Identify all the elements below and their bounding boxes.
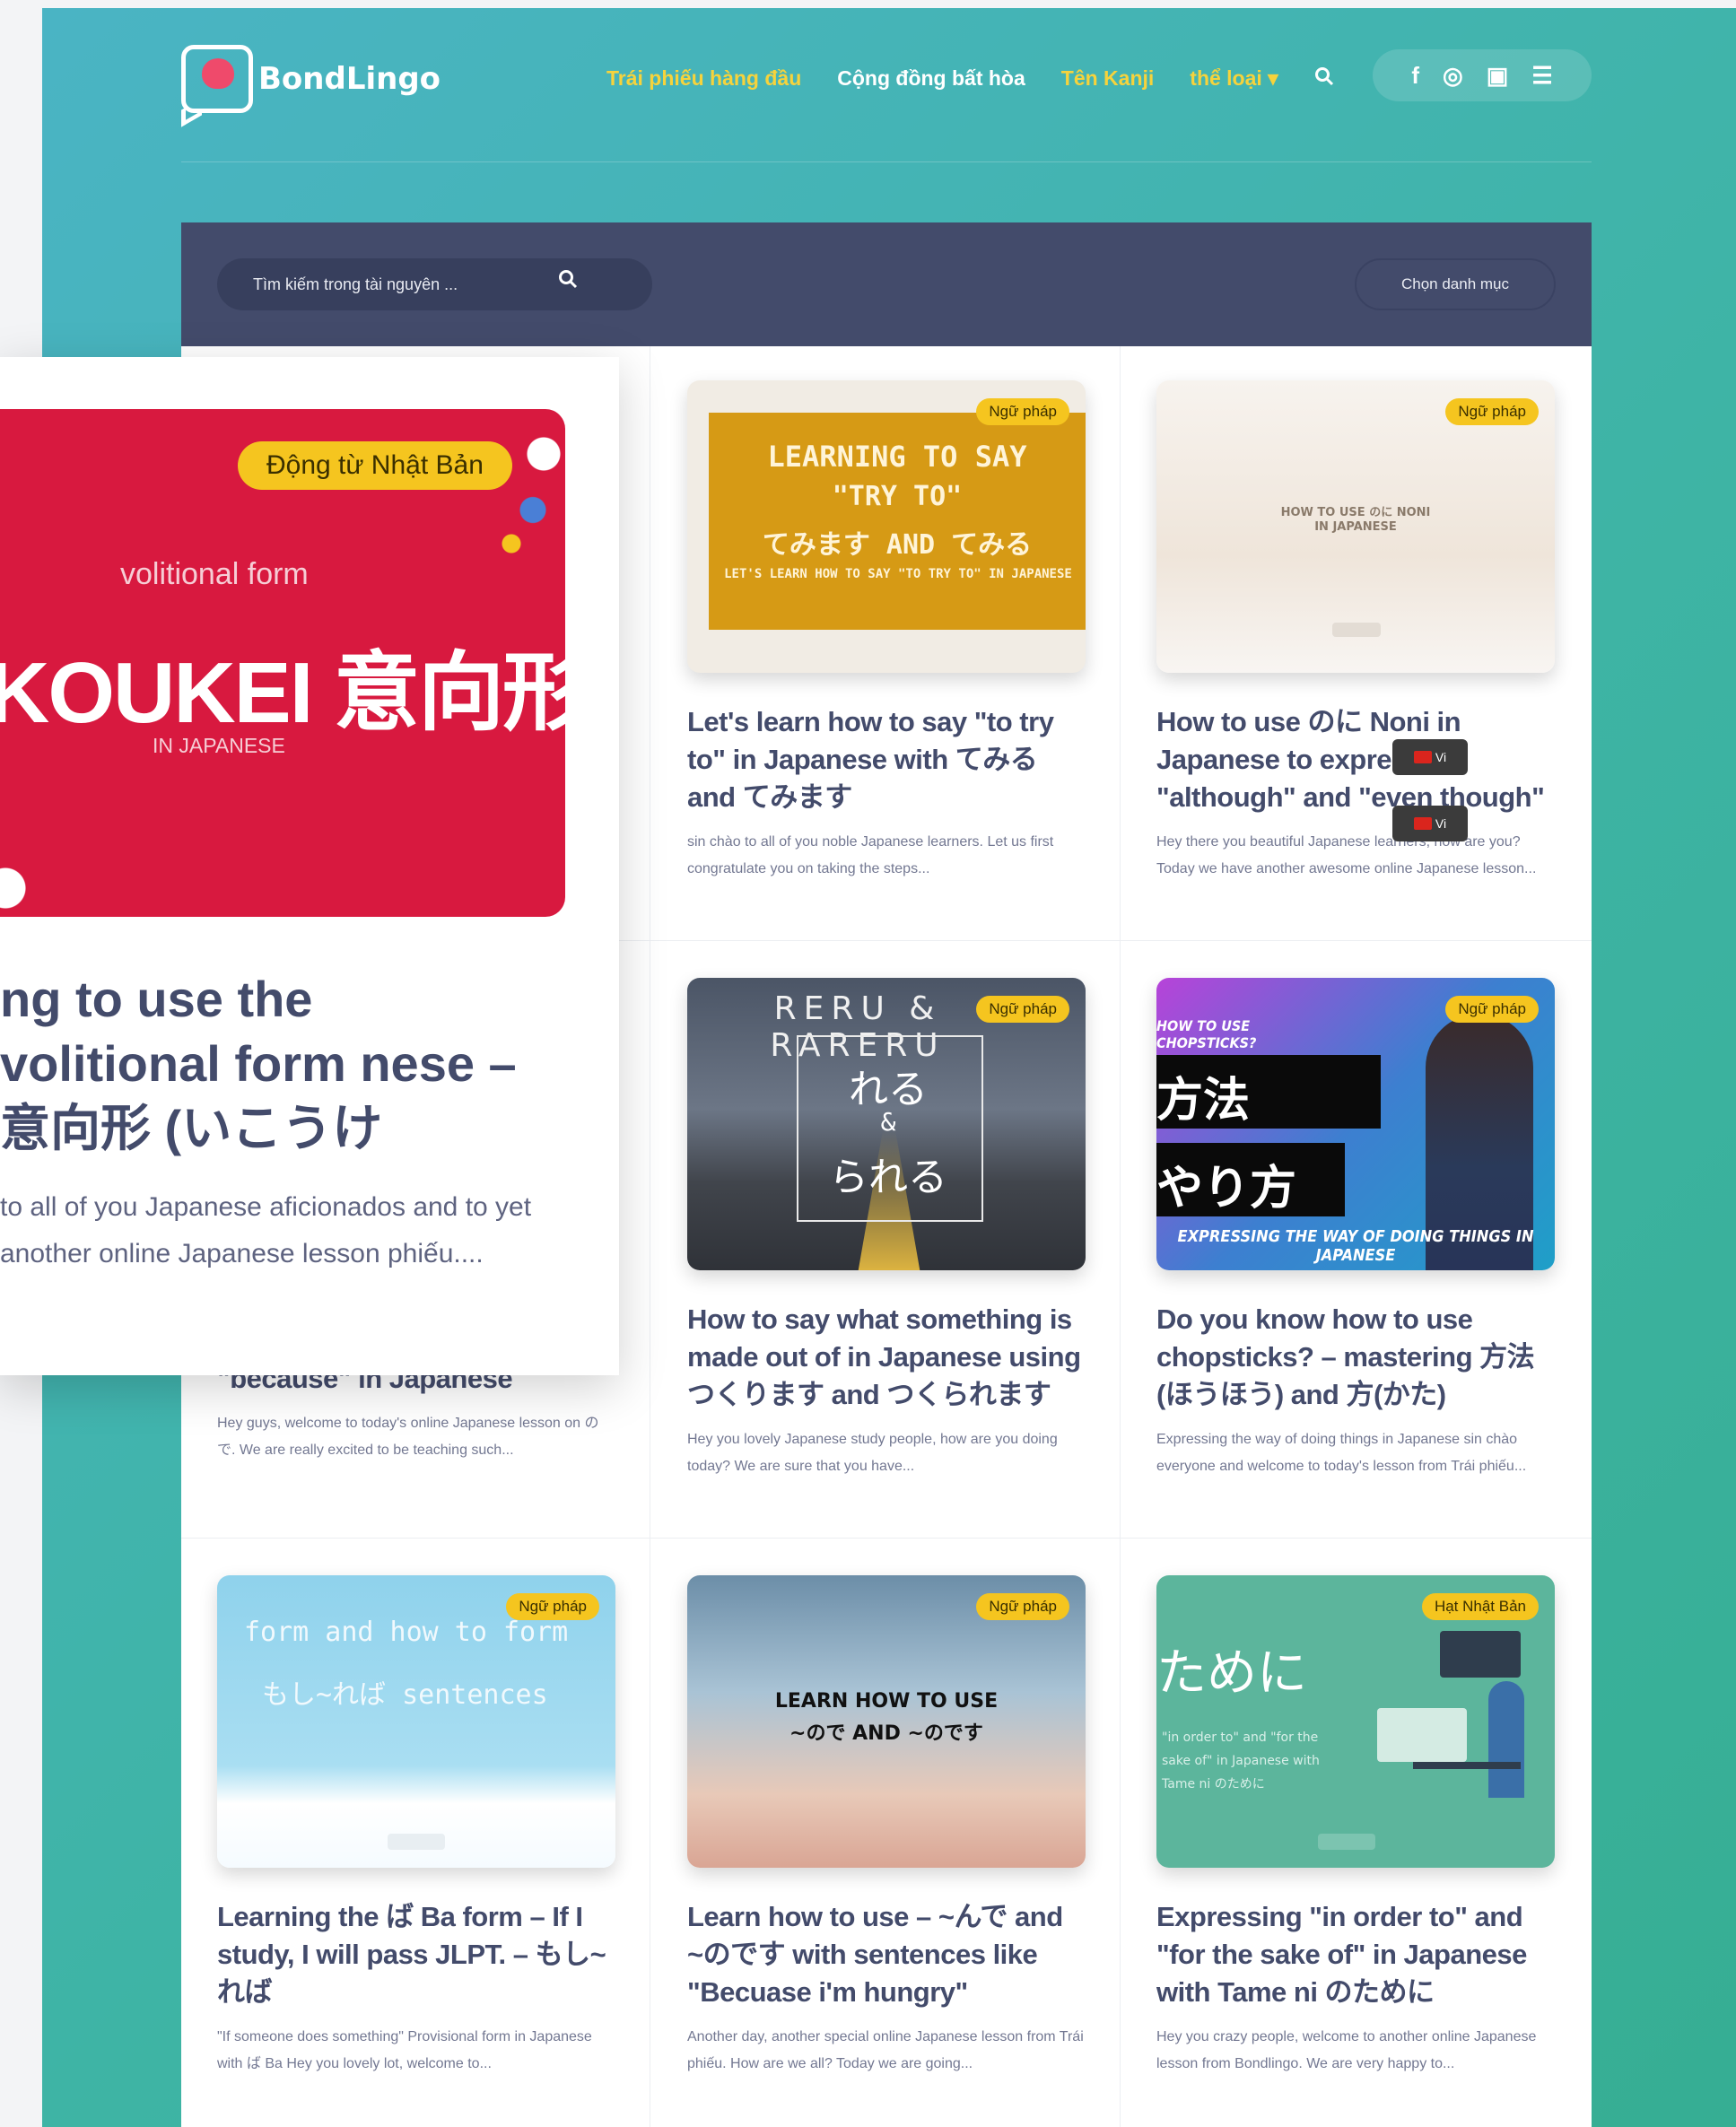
grid-divider — [1120, 346, 1121, 2127]
bondlingo-mini-logo — [388, 1834, 445, 1850]
featured-excerpt: to all of you Japanese aficionados and t… — [0, 1192, 532, 1268]
card-excerpt: Hey you lovely Japanese study people, ho… — [687, 1432, 1058, 1474]
card-thumbnail[interactable]: RERU & RARERU れる & られる Ngữ pháp — [687, 978, 1086, 1270]
social-links: f ◎ ▣ ☰ — [1373, 49, 1592, 101]
translate-chip[interactable]: Vi — [1392, 739, 1468, 775]
header-divider — [181, 161, 1592, 162]
card-title[interactable]: Learn how to use – ~んで and ~のです with sen… — [687, 1898, 1086, 2011]
category-badge[interactable]: Ngữ pháp — [976, 1593, 1069, 1620]
rss-icon[interactable]: ☰ — [1531, 62, 1552, 90]
lesson-card[interactable]: HOW TO USE CHOPSTICKS? 方法 やり方 EXPRESSING… — [1156, 978, 1555, 1480]
thumb-heading: KOUKEI 意向形 — [0, 645, 565, 741]
nav-categories-dropdown[interactable]: thể loại ▾ — [1190, 66, 1278, 91]
card-thumbnail[interactable]: HOW TO USE CHOPSTICKS? 方法 やり方 EXPRESSING… — [1156, 978, 1555, 1270]
category-badge[interactable]: Ngữ pháp — [976, 996, 1069, 1023]
card-excerpt: sin chào to all of you noble Japanese le… — [687, 834, 1054, 876]
category-badge[interactable]: Hạt Nhật Bản — [1421, 1593, 1539, 1620]
lesson-card[interactable]: RERU & RARERU れる & られる Ngữ pháp How to s… — [687, 978, 1086, 1480]
illustration-desk — [1377, 1627, 1530, 1807]
card-excerpt: Another day, another special online Japa… — [687, 2029, 1084, 2071]
card-title[interactable]: Do you know how to use chopsticks? – mas… — [1156, 1301, 1555, 1414]
card-title[interactable]: Expressing "in order to" and "for the sa… — [1156, 1898, 1555, 2011]
thumb-subtitle: volitional form — [120, 557, 309, 591]
grid-divider — [181, 1538, 1592, 1539]
main-nav: Trái phiếu hàng đầu Cộng đồng bất hòa Tê… — [606, 65, 1334, 92]
category-badge[interactable]: Động từ Nhật Bản — [238, 441, 512, 490]
card-title[interactable]: Let's learn how to say "to try to" in Ja… — [687, 703, 1086, 816]
thumb-caption: IN JAPANESE — [153, 734, 285, 757]
card-thumbnail[interactable]: form and how to form もし~れば sentences Ngữ… — [217, 1575, 615, 1868]
lesson-card[interactable]: HOW TO USE のに NONI IN JAPANESE Ngữ pháp … — [1156, 380, 1555, 883]
logo-apple-icon — [181, 45, 253, 113]
resource-search-input[interactable] — [217, 258, 652, 310]
card-thumbnail[interactable]: ために "in order to" and "for the sake of" … — [1156, 1575, 1555, 1868]
lesson-card[interactable]: LEARN HOW TO USE ~ので AND ~のです Ngữ pháp L… — [687, 1575, 1086, 2078]
bondlingo-mini-logo — [1332, 623, 1381, 637]
lesson-card[interactable]: ために "in order to" and "for the sake of" … — [1156, 1575, 1555, 2078]
card-thumbnail[interactable]: LEARNING TO SAY "TRY TO" てみます AND てみる LE… — [687, 380, 1086, 673]
bondlingo-logo[interactable]: BondLingo — [181, 45, 441, 113]
bondlingo-mini-logo — [1318, 1834, 1375, 1850]
featured-thumbnail[interactable]: Động từ Nhật Bản volitional form KOUKEI … — [0, 409, 565, 917]
category-badge[interactable]: Ngữ pháp — [506, 1593, 599, 1620]
lesson-card[interactable]: "because" in Japanese Hey guys, welcome … — [217, 1360, 615, 1464]
category-badge[interactable]: Ngữ pháp — [1445, 398, 1539, 425]
logo-text: BondLingo — [258, 61, 441, 97]
nav-kanji-names[interactable]: Tên Kanji — [1061, 66, 1155, 91]
instagram-icon[interactable]: ◎ — [1443, 62, 1463, 90]
card-excerpt: Hey you crazy people, welcome to another… — [1156, 2029, 1537, 2071]
flower-decoration — [0, 845, 54, 917]
youtube-icon[interactable]: ▣ — [1487, 62, 1509, 90]
card-title[interactable]: How to say what something is made out of… — [687, 1301, 1086, 1414]
card-thumbnail[interactable]: HOW TO USE のに NONI IN JAPANESE Ngữ pháp — [1156, 380, 1555, 673]
card-excerpt: Hey there you beautiful Japanese learner… — [1156, 834, 1537, 876]
card-title[interactable]: How to use のに Noni in Japanese to expres… — [1156, 703, 1555, 816]
featured-card[interactable]: Động từ Nhật Bản volitional form KOUKEI … — [0, 357, 619, 1375]
card-title[interactable]: Learning the ば Ba form – If I study, I w… — [217, 1898, 615, 2011]
card-excerpt: "If someone does something" Provisional … — [217, 2029, 592, 2071]
resource-search-bar: Chọn danh mục — [181, 222, 1592, 346]
category-badge[interactable]: Ngữ pháp — [1445, 996, 1539, 1023]
featured-title[interactable]: ng to use the volitional form nese – 意向形… — [0, 967, 538, 1161]
search-icon[interactable] — [1314, 65, 1334, 92]
facebook-icon[interactable]: f — [1411, 62, 1419, 90]
lesson-card[interactable]: form and how to form もし~れば sentences Ngữ… — [217, 1575, 615, 2078]
category-badge[interactable]: Ngữ pháp — [976, 398, 1069, 425]
search-submit-icon[interactable] — [558, 269, 578, 295]
card-thumbnail[interactable]: LEARN HOW TO USE ~ので AND ~のです Ngữ pháp — [687, 1575, 1086, 1868]
nav-discord-community[interactable]: Cộng đồng bất hòa — [837, 66, 1025, 91]
lesson-card[interactable]: LEARNING TO SAY "TRY TO" てみます AND てみる LE… — [687, 380, 1086, 883]
card-excerpt: Expressing the way of doing things in Ja… — [1156, 1432, 1527, 1474]
translate-chip[interactable]: Vi — [1392, 806, 1468, 841]
category-select[interactable]: Chọn danh mục — [1355, 258, 1556, 310]
nav-top-bonds[interactable]: Trái phiếu hàng đầu — [606, 66, 801, 91]
card-excerpt: Hey guys, welcome to today's online Japa… — [217, 1416, 599, 1458]
